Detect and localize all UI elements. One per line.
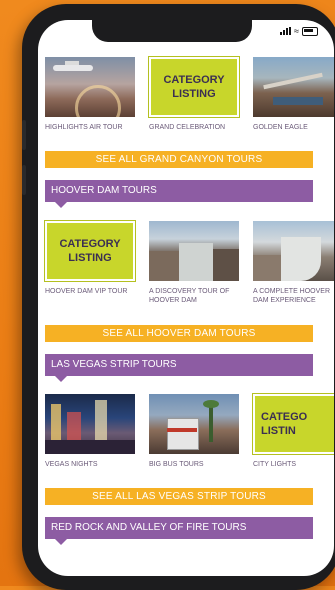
category-listing-placeholder: CATEGORY LISTING	[148, 56, 240, 118]
tour-tile[interactable]: A COMPLETE HOOVER DAM EXPERIENCE	[253, 221, 334, 305]
tour-photo	[253, 221, 334, 281]
tour-caption: VEGAS NIGHTS	[45, 461, 98, 468]
tour-photo	[253, 57, 334, 117]
side-button	[22, 165, 26, 195]
tour-photo	[45, 57, 135, 117]
signal-icon	[280, 27, 292, 35]
category-label: LISTING	[68, 252, 112, 264]
tour-photo	[149, 394, 239, 454]
phone-screen: ≈ HIGHLIGHTS AIR TOUR CATEGORY LISTING G…	[38, 20, 334, 576]
tour-tile[interactable]: GOLDEN EAGLE	[253, 57, 334, 132]
category-label: CATEGORY	[163, 74, 225, 86]
category-tile[interactable]: CATEGORY LISTING GRAND CELEBRATION	[148, 56, 240, 132]
tour-tile[interactable]: HIGHLIGHTS AIR TOUR	[45, 57, 135, 132]
category-label: LISTING	[172, 88, 216, 100]
tour-tile[interactable]: VEGAS NIGHTS	[45, 394, 135, 469]
tour-caption: CITY LIGHTS	[253, 461, 297, 468]
tour-caption: HOOVER DAM VIP TOUR	[45, 288, 128, 295]
category-listing-placeholder: CATEGO LISTIN	[252, 393, 334, 455]
category-label: CATEGO	[261, 411, 308, 423]
tour-photo	[149, 221, 239, 281]
see-all-hoover-dam-button[interactable]: SEE ALL HOOVER DAM TOURS	[45, 325, 313, 342]
category-tile[interactable]: CATEGO LISTIN CITY LIGHTS	[252, 393, 334, 469]
tour-caption: A DISCOVERY TOUR OF HOOVER DAM	[149, 288, 230, 304]
section-header-red-rock: RED ROCK AND VALLEY OF FIRE TOURS	[45, 517, 313, 545]
tour-caption: HIGHLIGHTS AIR TOUR	[45, 124, 123, 131]
tour-caption: BIG BUS TOURS	[149, 461, 204, 468]
section-header-hoover-dam: HOOVER DAM TOURS	[45, 180, 313, 208]
tour-photo	[45, 394, 135, 454]
section-header-las-vegas: LAS VEGAS STRIP TOURS	[45, 354, 313, 382]
battery-icon	[302, 26, 318, 36]
side-button	[22, 120, 26, 150]
grand-canyon-row: HIGHLIGHTS AIR TOUR CATEGORY LISTING GRA…	[45, 56, 334, 132]
phone-notch	[92, 20, 252, 42]
see-all-las-vegas-button[interactable]: SEE ALL LAS VEGAS STRIP TOURS	[45, 488, 313, 505]
category-tile[interactable]: CATEGORY LISTING HOOVER DAM VIP TOUR	[44, 220, 136, 305]
hoover-dam-row: CATEGORY LISTING HOOVER DAM VIP TOUR A D…	[44, 220, 334, 305]
wifi-icon: ≈	[294, 26, 299, 36]
tour-caption: GRAND CELEBRATION	[149, 124, 226, 131]
category-label: LISTIN	[261, 425, 296, 437]
status-bar: ≈	[280, 26, 318, 36]
las-vegas-row: VEGAS NIGHTS BIG BUS TOURS CATEGO LISTIN…	[45, 393, 334, 469]
tour-tile[interactable]: A DISCOVERY TOUR OF HOOVER DAM	[149, 221, 239, 305]
category-listing-placeholder: CATEGORY LISTING	[44, 220, 136, 282]
category-label: CATEGORY	[59, 238, 121, 250]
tour-caption: GOLDEN EAGLE	[253, 124, 308, 131]
see-all-grand-canyon-button[interactable]: SEE ALL GRAND CANYON TOURS	[45, 151, 313, 168]
tour-caption: A COMPLETE HOOVER DAM EXPERIENCE	[253, 288, 331, 304]
tour-tile[interactable]: BIG BUS TOURS	[149, 394, 239, 469]
